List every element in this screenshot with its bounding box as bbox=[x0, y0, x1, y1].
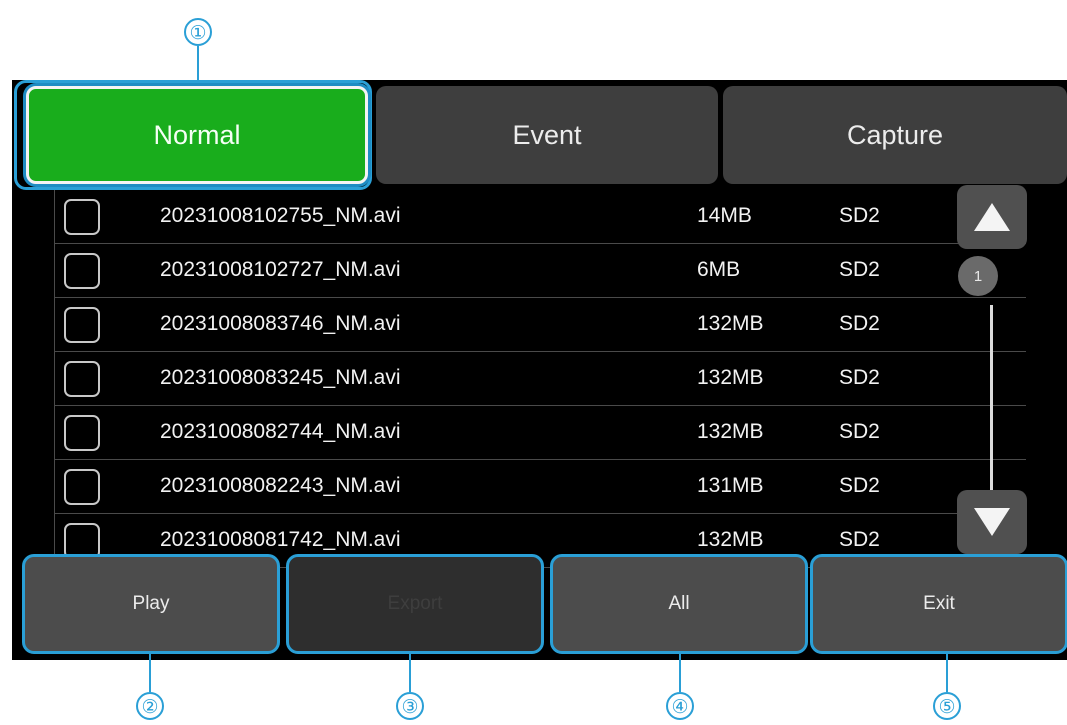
file-checkbox[interactable] bbox=[64, 199, 100, 235]
callout-1: ① bbox=[184, 18, 212, 46]
file-row[interactable]: 20231008102727_NM.avi 6MB SD2 bbox=[54, 244, 1026, 298]
file-device: SD2 bbox=[839, 312, 880, 335]
scroll-up-button[interactable] bbox=[957, 185, 1027, 249]
triangle-down-icon bbox=[974, 508, 1010, 536]
select-all-button[interactable]: All bbox=[550, 554, 808, 654]
file-name: 20231008082243_NM.avi bbox=[160, 474, 401, 497]
callout-4-line bbox=[679, 654, 681, 692]
file-size: 131MB bbox=[697, 474, 764, 497]
tab-capture[interactable]: Capture bbox=[723, 86, 1067, 184]
file-name: 20231008102727_NM.avi bbox=[160, 258, 401, 281]
callout-3: ③ bbox=[396, 692, 424, 720]
file-checkbox[interactable] bbox=[64, 361, 100, 397]
callout-5-line bbox=[946, 654, 948, 692]
file-size: 6MB bbox=[697, 258, 741, 281]
file-checkbox[interactable] bbox=[64, 415, 100, 451]
file-row[interactable]: 20231008083245_NM.avi 132MB SD2 bbox=[54, 352, 1026, 406]
file-row[interactable]: 20231008082744_NM.avi 132MB SD2 bbox=[54, 406, 1026, 460]
callout-1-line bbox=[197, 46, 199, 80]
callout-5: ⑤ bbox=[933, 692, 961, 720]
file-device: SD2 bbox=[839, 204, 880, 227]
file-name: 20231008102755_NM.avi bbox=[160, 204, 401, 227]
file-name: 20231008081742_NM.avi bbox=[160, 528, 401, 551]
triangle-up-icon bbox=[974, 203, 1010, 231]
play-button[interactable]: Play bbox=[22, 554, 280, 654]
file-size: 132MB bbox=[697, 312, 764, 335]
callout-4: ④ bbox=[666, 692, 694, 720]
scroll-page-indicator[interactable]: 1 bbox=[958, 256, 998, 296]
file-name: 20231008083746_NM.avi bbox=[160, 312, 401, 335]
tab-normal[interactable]: Normal bbox=[26, 86, 368, 184]
file-device: SD2 bbox=[839, 420, 880, 443]
file-size: 14MB bbox=[697, 204, 752, 227]
file-device: SD2 bbox=[839, 528, 880, 551]
callout-2: ② bbox=[136, 692, 164, 720]
file-device: SD2 bbox=[839, 474, 880, 497]
file-size: 132MB bbox=[697, 420, 764, 443]
callout-3-line bbox=[409, 654, 411, 692]
file-checkbox[interactable] bbox=[64, 469, 100, 505]
file-size: 132MB bbox=[697, 366, 764, 389]
file-device: SD2 bbox=[839, 366, 880, 389]
file-row[interactable]: 20231008102755_NM.avi 14MB SD2 bbox=[54, 190, 1026, 244]
tab-event[interactable]: Event bbox=[376, 86, 718, 184]
file-row[interactable]: 20231008083746_NM.avi 132MB SD2 bbox=[54, 298, 1026, 352]
export-button[interactable]: Export bbox=[286, 554, 544, 654]
file-browser-screen: Normal Event Capture 20231008102755_NM.a… bbox=[12, 80, 1067, 660]
file-name: 20231008082744_NM.avi bbox=[160, 420, 401, 443]
file-name: 20231008083245_NM.avi bbox=[160, 366, 401, 389]
file-checkbox[interactable] bbox=[64, 253, 100, 289]
file-row[interactable]: 20231008082243_NM.avi 131MB SD2 bbox=[54, 460, 1026, 514]
exit-button[interactable]: Exit bbox=[810, 554, 1067, 654]
scroll-down-button[interactable] bbox=[957, 490, 1027, 554]
file-size: 132MB bbox=[697, 528, 764, 551]
file-checkbox[interactable] bbox=[64, 307, 100, 343]
file-device: SD2 bbox=[839, 258, 880, 281]
scroll-track[interactable] bbox=[990, 305, 993, 500]
callout-2-line bbox=[149, 654, 151, 692]
